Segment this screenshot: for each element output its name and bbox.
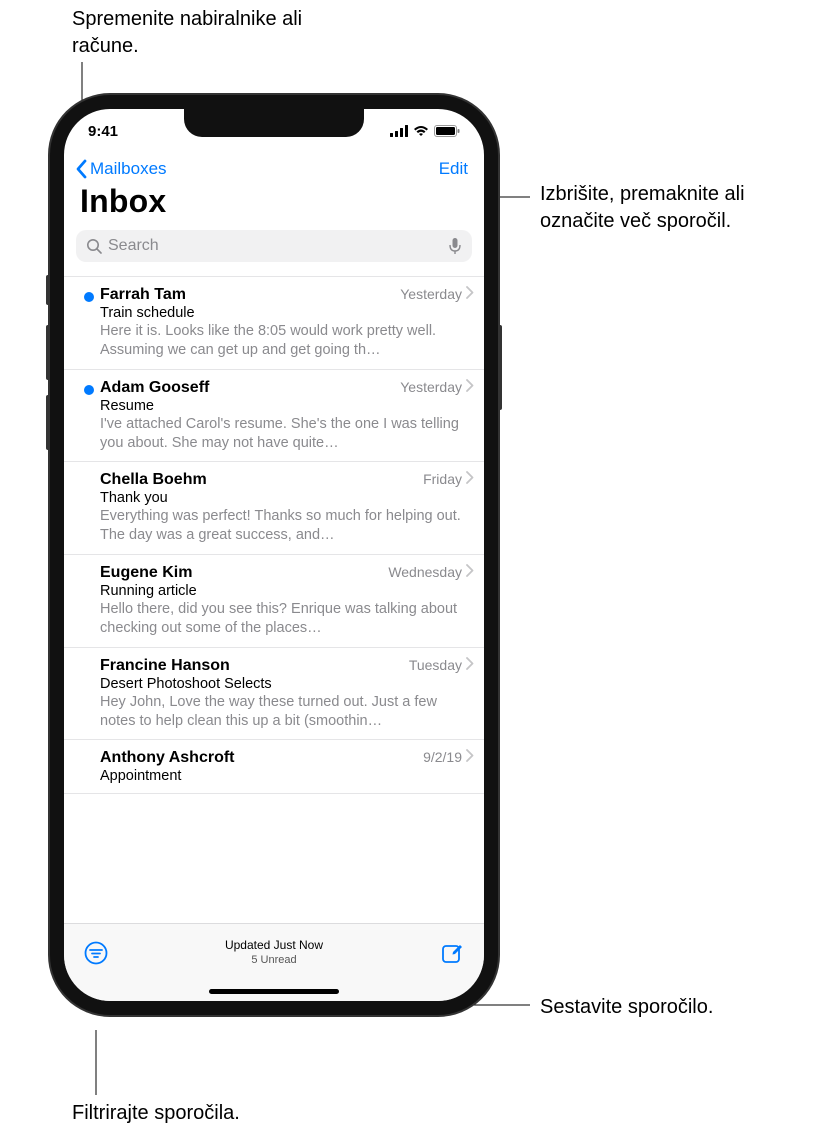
unread-dot bbox=[84, 385, 94, 395]
message-row[interactable]: Farrah TamYesterdayTrain scheduleHere it… bbox=[64, 276, 484, 370]
volume-up-button bbox=[46, 325, 50, 380]
message-row[interactable]: Eugene KimWednesdayRunning articleHello … bbox=[64, 555, 484, 648]
subject: Train schedule bbox=[100, 305, 474, 321]
row-top: Chella BoehmFriday bbox=[100, 471, 474, 489]
nav-bar: Mailboxes Edit bbox=[64, 153, 484, 181]
sender: Anthony Ashcroft bbox=[100, 749, 423, 767]
preview: I've attached Carol's resume. She's the … bbox=[100, 415, 474, 453]
annotation-mailboxes: Spremenite nabiralnike ali račune. bbox=[72, 6, 322, 60]
subject: Appointment bbox=[100, 768, 474, 784]
annotation-filter: Filtrirajte sporočila. bbox=[72, 1100, 322, 1127]
edit-button[interactable]: Edit bbox=[439, 159, 468, 179]
row-top: Anthony Ashcroft9/2/19 bbox=[100, 749, 474, 767]
unread-indicator-col bbox=[84, 471, 100, 545]
back-label: Mailboxes bbox=[90, 159, 167, 179]
status-center: Updated Just Now 5 Unread bbox=[225, 938, 323, 968]
cellular-icon bbox=[390, 125, 408, 137]
sender: Francine Hanson bbox=[100, 657, 409, 675]
message-row[interactable]: Anthony Ashcroft9/2/19Appointment bbox=[64, 740, 484, 794]
sender: Eugene Kim bbox=[100, 564, 388, 582]
wifi-icon bbox=[413, 125, 429, 137]
title-area: Inbox bbox=[64, 181, 484, 230]
chevron-right-icon bbox=[466, 657, 474, 675]
subject: Running article bbox=[100, 583, 474, 599]
unread-dot bbox=[84, 292, 94, 302]
row-top: Farrah TamYesterday bbox=[100, 286, 474, 304]
toolbar: Updated Just Now 5 Unread bbox=[64, 923, 484, 981]
subject: Thank you bbox=[100, 490, 474, 506]
annotation-compose: Sestavite sporočilo. bbox=[540, 994, 790, 1021]
search-icon bbox=[86, 238, 102, 254]
message-content: Adam GooseffYesterdayResumeI've attached… bbox=[100, 379, 474, 453]
message-content: Anthony Ashcroft9/2/19Appointment bbox=[100, 749, 474, 784]
compose-button[interactable] bbox=[438, 941, 466, 965]
row-top: Francine HansonTuesday bbox=[100, 657, 474, 675]
preview: Everything was perfect! Thanks so much f… bbox=[100, 507, 474, 545]
side-button bbox=[46, 275, 50, 305]
chevron-right-icon bbox=[466, 564, 474, 582]
preview: Here it is. Looks like the 8:05 would wo… bbox=[100, 322, 474, 360]
phone-frame: 9:41 Mailboxes Edit Inbox Farrah bbox=[50, 95, 498, 1015]
date: 9/2/19 bbox=[423, 749, 462, 765]
sender: Farrah Tam bbox=[100, 286, 400, 304]
volume-down-button bbox=[46, 395, 50, 450]
status-right bbox=[390, 125, 460, 137]
date: Tuesday bbox=[409, 657, 462, 673]
filter-icon bbox=[84, 941, 108, 965]
preview: Hey John, Love the way these turned out.… bbox=[100, 693, 474, 731]
search-field[interactable] bbox=[76, 230, 472, 262]
date: Friday bbox=[423, 471, 462, 487]
date: Yesterday bbox=[400, 286, 462, 302]
unread-indicator-col bbox=[84, 286, 100, 360]
search-wrap bbox=[64, 230, 484, 270]
unread-indicator-col bbox=[84, 379, 100, 453]
chevron-left-icon bbox=[74, 159, 88, 179]
home-indicator[interactable] bbox=[64, 981, 484, 1001]
sender: Adam Gooseff bbox=[100, 379, 400, 397]
date: Wednesday bbox=[388, 564, 462, 580]
subject: Resume bbox=[100, 398, 474, 414]
date: Yesterday bbox=[400, 379, 462, 395]
message-row[interactable]: Chella BoehmFridayThank youEverything wa… bbox=[64, 462, 484, 555]
chevron-right-icon bbox=[466, 749, 474, 767]
message-content: Farrah TamYesterdayTrain scheduleHere it… bbox=[100, 286, 474, 360]
message-row[interactable]: Francine HansonTuesdayDesert Photoshoot … bbox=[64, 648, 484, 741]
battery-icon bbox=[434, 125, 460, 137]
chevron-right-icon bbox=[466, 379, 474, 397]
notch bbox=[184, 109, 364, 137]
power-button bbox=[498, 325, 502, 410]
annotation-edit: Izbrišite, premaknite ali označite več s… bbox=[540, 181, 820, 235]
message-content: Francine HansonTuesdayDesert Photoshoot … bbox=[100, 657, 474, 731]
updated-label: Updated Just Now bbox=[225, 938, 323, 954]
unread-indicator-col bbox=[84, 749, 100, 784]
subject: Desert Photoshoot Selects bbox=[100, 676, 474, 692]
mic-icon[interactable] bbox=[448, 237, 462, 255]
sender: Chella Boehm bbox=[100, 471, 423, 489]
status-time: 9:41 bbox=[88, 123, 118, 140]
unread-indicator-col bbox=[84, 564, 100, 638]
back-button[interactable]: Mailboxes bbox=[74, 159, 167, 179]
message-content: Chella BoehmFridayThank youEverything wa… bbox=[100, 471, 474, 545]
message-list[interactable]: Farrah TamYesterdayTrain scheduleHere it… bbox=[64, 270, 484, 923]
page-title: Inbox bbox=[80, 183, 468, 220]
message-content: Eugene KimWednesdayRunning articleHello … bbox=[100, 564, 474, 638]
screen: 9:41 Mailboxes Edit Inbox Farrah bbox=[64, 109, 484, 1001]
row-top: Eugene KimWednesday bbox=[100, 564, 474, 582]
compose-icon bbox=[440, 941, 464, 965]
unread-count: 5 Unread bbox=[225, 953, 323, 967]
unread-indicator-col bbox=[84, 657, 100, 731]
search-input[interactable] bbox=[108, 237, 442, 255]
chevron-right-icon bbox=[466, 286, 474, 304]
filter-button[interactable] bbox=[82, 941, 110, 965]
row-top: Adam GooseffYesterday bbox=[100, 379, 474, 397]
chevron-right-icon bbox=[466, 471, 474, 489]
message-row[interactable]: Adam GooseffYesterdayResumeI've attached… bbox=[64, 370, 484, 463]
preview: Hello there, did you see this? Enrique w… bbox=[100, 600, 474, 638]
